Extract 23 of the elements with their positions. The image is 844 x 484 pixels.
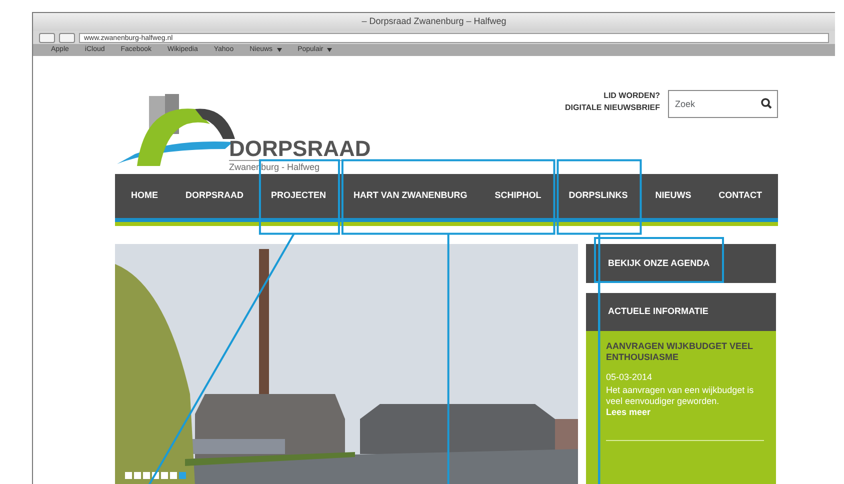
nav-link[interactable]: DORPSRAAD [185, 189, 244, 203]
nav-link[interactable]: DORPSLINKS [568, 189, 628, 203]
nav-link[interactable]: HOME [131, 189, 158, 203]
panel-title: ACTUELE INFORMATIE [586, 293, 776, 331]
search-icon[interactable] [761, 98, 772, 109]
news-text: Het aanvragen van een wijkbudget is veel eenvoudiger geworden. Lees meer [606, 384, 755, 418]
caret-icon[interactable] [327, 48, 332, 52]
agenda-link[interactable]: BEKIJK ONZE AGENDA [586, 244, 776, 283]
nav-link[interactable]: NIEUWS [655, 189, 692, 203]
news-title[interactable]: AANVRAGEN WIJKBUDGET VEEL ENTHOUSIASME [606, 341, 764, 363]
news-date: 05-03-2014 [606, 371, 654, 384]
nav-link[interactable]: CONTACT [718, 189, 762, 203]
header-link[interactable]: LID WORDEN? [565, 90, 660, 102]
window-title: – Dorpsraad Zwanenburg – Halfweg [362, 15, 506, 28]
header-link[interactable]: DIGITALE NIEUWSBRIEF [565, 102, 660, 114]
sidebar-button[interactable] [39, 32, 55, 42]
nav-link[interactable]: HART VAN ZWANENBURG [353, 189, 468, 203]
nav-link[interactable]: PROJECTEN [270, 189, 326, 203]
nav-link[interactable]: SCHIPHOL [494, 189, 542, 203]
add-button[interactable] [59, 32, 75, 42]
caret-icon[interactable] [276, 48, 282, 52]
search-field[interactable]: Zoek [668, 90, 778, 118]
logo-title: DORPSRAAD [229, 138, 371, 160]
